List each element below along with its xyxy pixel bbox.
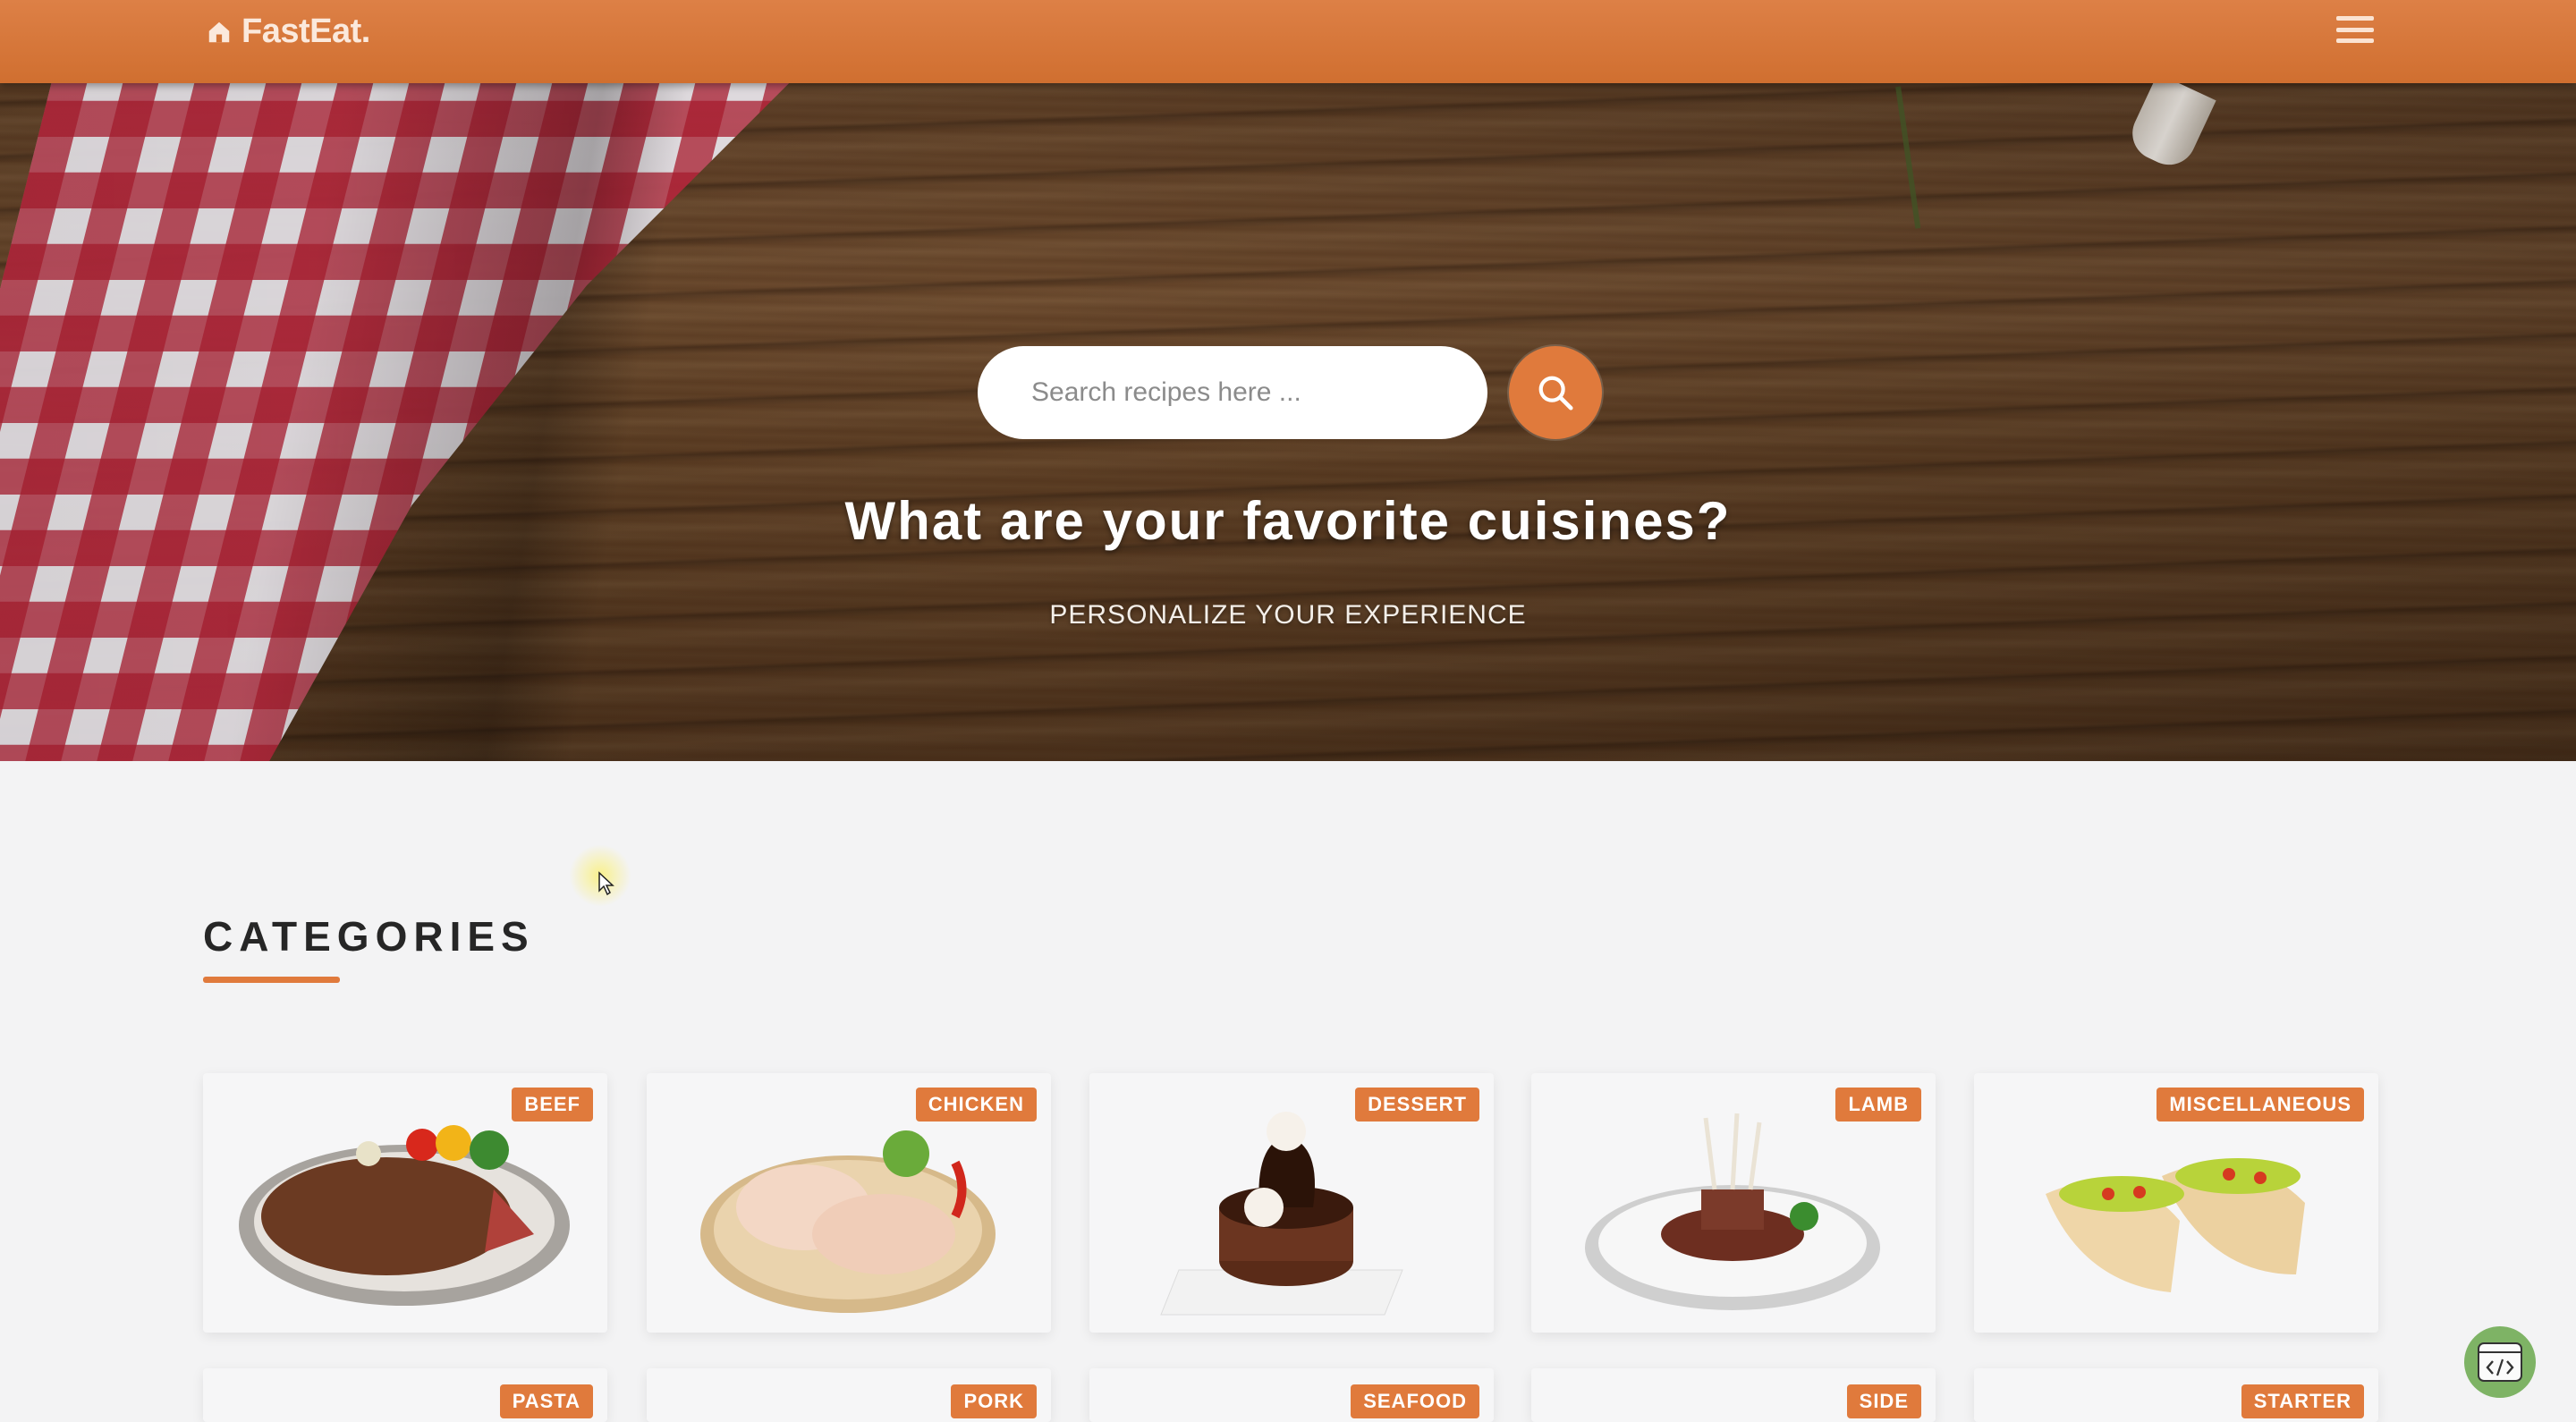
home-icon [208,21,230,42]
category-badge: PASTA [499,1384,593,1418]
hero-banner: What are your favorite cuisines? PERSONA… [0,83,2576,761]
hamburger-icon[interactable] [2336,16,2374,43]
category-badge: STARTER [2241,1384,2364,1418]
category-badge: PORK [951,1384,1037,1418]
category-badge: BEEF [512,1088,593,1122]
category-card-pasta[interactable]: PASTA [203,1368,607,1422]
category-card-pork[interactable]: PORK [647,1368,1051,1422]
steak-image [239,1125,570,1306]
search-input[interactable] [978,346,1487,439]
category-badge: SEAFOOD [1351,1384,1479,1418]
brand-name: FastEat. [242,13,370,50]
category-badge: DESSERT [1355,1088,1479,1122]
category-badge: SIDE [1846,1384,1921,1418]
category-card-seafood[interactable]: SEAFOOD [1089,1368,1494,1422]
tacos-image [2046,1158,2305,1292]
search-button[interactable] [1509,346,1602,439]
category-card-beef[interactable]: BEEF [203,1073,607,1333]
category-card-miscellaneous[interactable]: MISCELLANEOUS [1974,1073,2378,1333]
categories-title: CATEGORIES [203,913,535,960]
search-icon [1538,376,1573,411]
hero-title: What are your favorite cuisines? [844,491,1732,551]
category-badge: CHICKEN [915,1088,1037,1122]
navbar: FastEat. [0,0,2576,83]
hero-subtitle: PERSONALIZE YOUR EXPERIENCE [1049,600,1527,630]
code-icon [2478,1342,2522,1382]
category-card-dessert[interactable]: DESSERT [1089,1073,1494,1333]
dessert-image [1160,1112,1403,1316]
chicken-image [700,1130,996,1313]
category-card-side[interactable]: SIDE [1531,1368,1936,1422]
category-badge: MISCELLANEOUS [2157,1088,2364,1122]
brand-logo[interactable]: FastEat. [206,13,370,51]
title-underline [203,977,340,983]
category-card-starter[interactable]: STARTER [1974,1368,2378,1422]
lamb-image [1585,1113,1880,1310]
category-badge: LAMB [1835,1088,1921,1122]
category-card-lamb[interactable]: LAMB [1531,1073,1936,1333]
embed-code-button[interactable] [2464,1326,2536,1398]
category-card-chicken[interactable]: CHICKEN [647,1073,1051,1333]
mouse-cursor-icon [598,871,614,896]
